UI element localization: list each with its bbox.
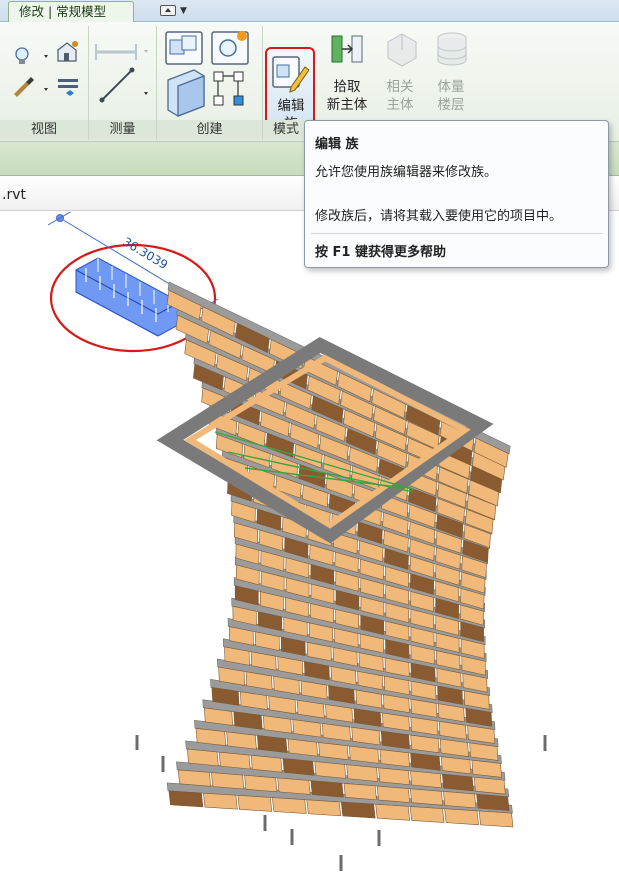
panel-label-create: 创建 bbox=[157, 120, 262, 140]
house-settings-icon[interactable] bbox=[57, 41, 78, 62]
tooltip-title: 编辑 族 bbox=[315, 137, 359, 152]
paintbrush-icon[interactable] bbox=[14, 77, 48, 97]
pick-host-label-2: 新主体 bbox=[326, 97, 368, 113]
related-host-icon bbox=[387, 33, 417, 67]
mass-floors-label-1: 体量 bbox=[437, 79, 465, 95]
tooltip-note: 修改族后，请将其载入要使用它的项目中。 bbox=[315, 209, 563, 224]
align-dimension-icon[interactable] bbox=[95, 44, 148, 60]
edit-family-icon bbox=[272, 56, 310, 93]
panel-toggle-icon bbox=[160, 5, 176, 16]
measure-panel-icons bbox=[95, 44, 149, 103]
create-parts-icon[interactable] bbox=[167, 69, 205, 117]
chevron-down-icon: ▼ bbox=[180, 6, 187, 16]
panel-toggle-button[interactable]: ▼ bbox=[160, 4, 196, 18]
panel-label-view: 视图 bbox=[0, 120, 88, 140]
edit-family-tooltip: 编辑 族 允许您使用族编辑器来修改族。 修改族后，请将其载入要使用它的项目中。 … bbox=[304, 120, 609, 268]
create-family-icon[interactable] bbox=[165, 31, 203, 65]
drawing-area[interactable]: 36.3039 bbox=[0, 104, 619, 892]
3d-view: 36.3039 bbox=[47, 104, 547, 871]
revit-window: { "ribbon": { "active_tab": "修改 | 常规模型",… bbox=[0, 0, 619, 892]
mass-floors-label-2: 楼层 bbox=[437, 97, 465, 113]
lightbulb-icon[interactable] bbox=[15, 47, 48, 64]
create-panel-icons bbox=[165, 31, 249, 117]
tab-modify-generic-model[interactable]: 修改 | 常规模型 bbox=[8, 1, 134, 23]
tooltip-description: 允许您使用族编辑器来修改族。 bbox=[315, 165, 498, 180]
panel-label-measure: 测量 bbox=[89, 120, 156, 140]
pick-host-button[interactable]: 拾取 新主体 bbox=[320, 26, 374, 118]
dimension-value: 36.3039 bbox=[120, 235, 170, 273]
pick-host-icon bbox=[331, 35, 363, 63]
edit-family-label-1: 编辑 bbox=[277, 98, 305, 114]
layers-icon[interactable] bbox=[58, 79, 78, 96]
mass-floors-button[interactable]: 体量 楼层 bbox=[428, 26, 474, 118]
related-host-label-1: 相关 bbox=[386, 79, 414, 95]
mass-floors-icon bbox=[437, 32, 467, 66]
twisted-tower-model[interactable] bbox=[135, 281, 547, 871]
tooltip-divider bbox=[311, 233, 603, 234]
create-group-icon[interactable] bbox=[213, 71, 244, 106]
create-similar-icon[interactable] bbox=[211, 31, 249, 65]
tooltip-help: 按 F1 键获得更多帮助 bbox=[315, 245, 446, 260]
view-panel-icons bbox=[14, 41, 78, 97]
pick-host-label-1: 拾取 bbox=[333, 79, 361, 95]
related-host-button[interactable]: 相关 主体 bbox=[378, 26, 422, 118]
ribbon-tab-bar: 修改 | 常规模型 ▼ bbox=[0, 0, 619, 23]
view-tab-title: .rvt bbox=[2, 187, 26, 203]
related-host-label-2: 主体 bbox=[386, 97, 414, 113]
measure-icon[interactable] bbox=[99, 67, 149, 103]
